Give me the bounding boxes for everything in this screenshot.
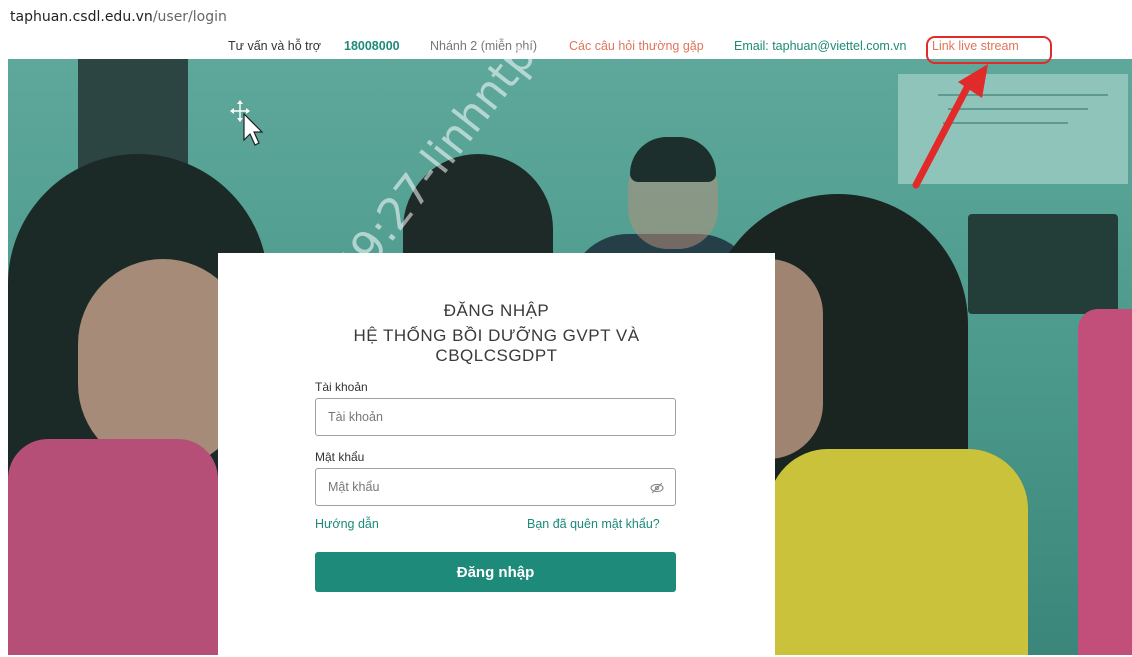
- faq-link[interactable]: Các câu hỏi thường gặp: [569, 39, 704, 53]
- forgot-password-link[interactable]: Bạn đã quên mật khẩu?: [527, 517, 660, 531]
- url-text: taphuan.csdl.edu.vn/user/login: [10, 9, 227, 25]
- account-input[interactable]: [315, 398, 676, 436]
- login-button[interactable]: Đăng nhập: [315, 552, 676, 592]
- address-bar[interactable]: taphuan.csdl.edu.vn/user/login: [0, 0, 1132, 34]
- support-label: Tư vấn và hỗ trợ: [228, 39, 321, 53]
- url-path: /user/login: [152, 9, 227, 25]
- move-cursor-icon: [230, 100, 264, 146]
- password-label: Mật khẩu: [315, 450, 365, 464]
- support-email[interactable]: Email: taphuan@viettel.com.vn: [734, 39, 907, 53]
- guide-link[interactable]: Hướng dẫn: [315, 517, 379, 531]
- system-name-line2: CBQLCSGDPT: [435, 346, 558, 365]
- support-phone: 18008000: [344, 39, 400, 53]
- eye-off-icon[interactable]: [650, 482, 664, 497]
- password-input[interactable]: [315, 468, 676, 506]
- support-branch: Nhánh 2 (miễn phí): [430, 39, 538, 53]
- red-arrow-icon: [912, 64, 988, 189]
- system-name-line1: HỆ THỐNG BỒI DƯỠNG GVPT VÀ: [353, 326, 640, 345]
- account-label: Tài khoản: [315, 380, 368, 394]
- url-domain: taphuan.csdl.edu.vn: [10, 9, 153, 25]
- login-title: ĐĂNG NHẬP: [443, 301, 550, 320]
- login-card: ĐĂNG NHẬP HỆ THỐNG BỒI DƯỠNG GVPT VÀ CBQ…: [218, 253, 775, 655]
